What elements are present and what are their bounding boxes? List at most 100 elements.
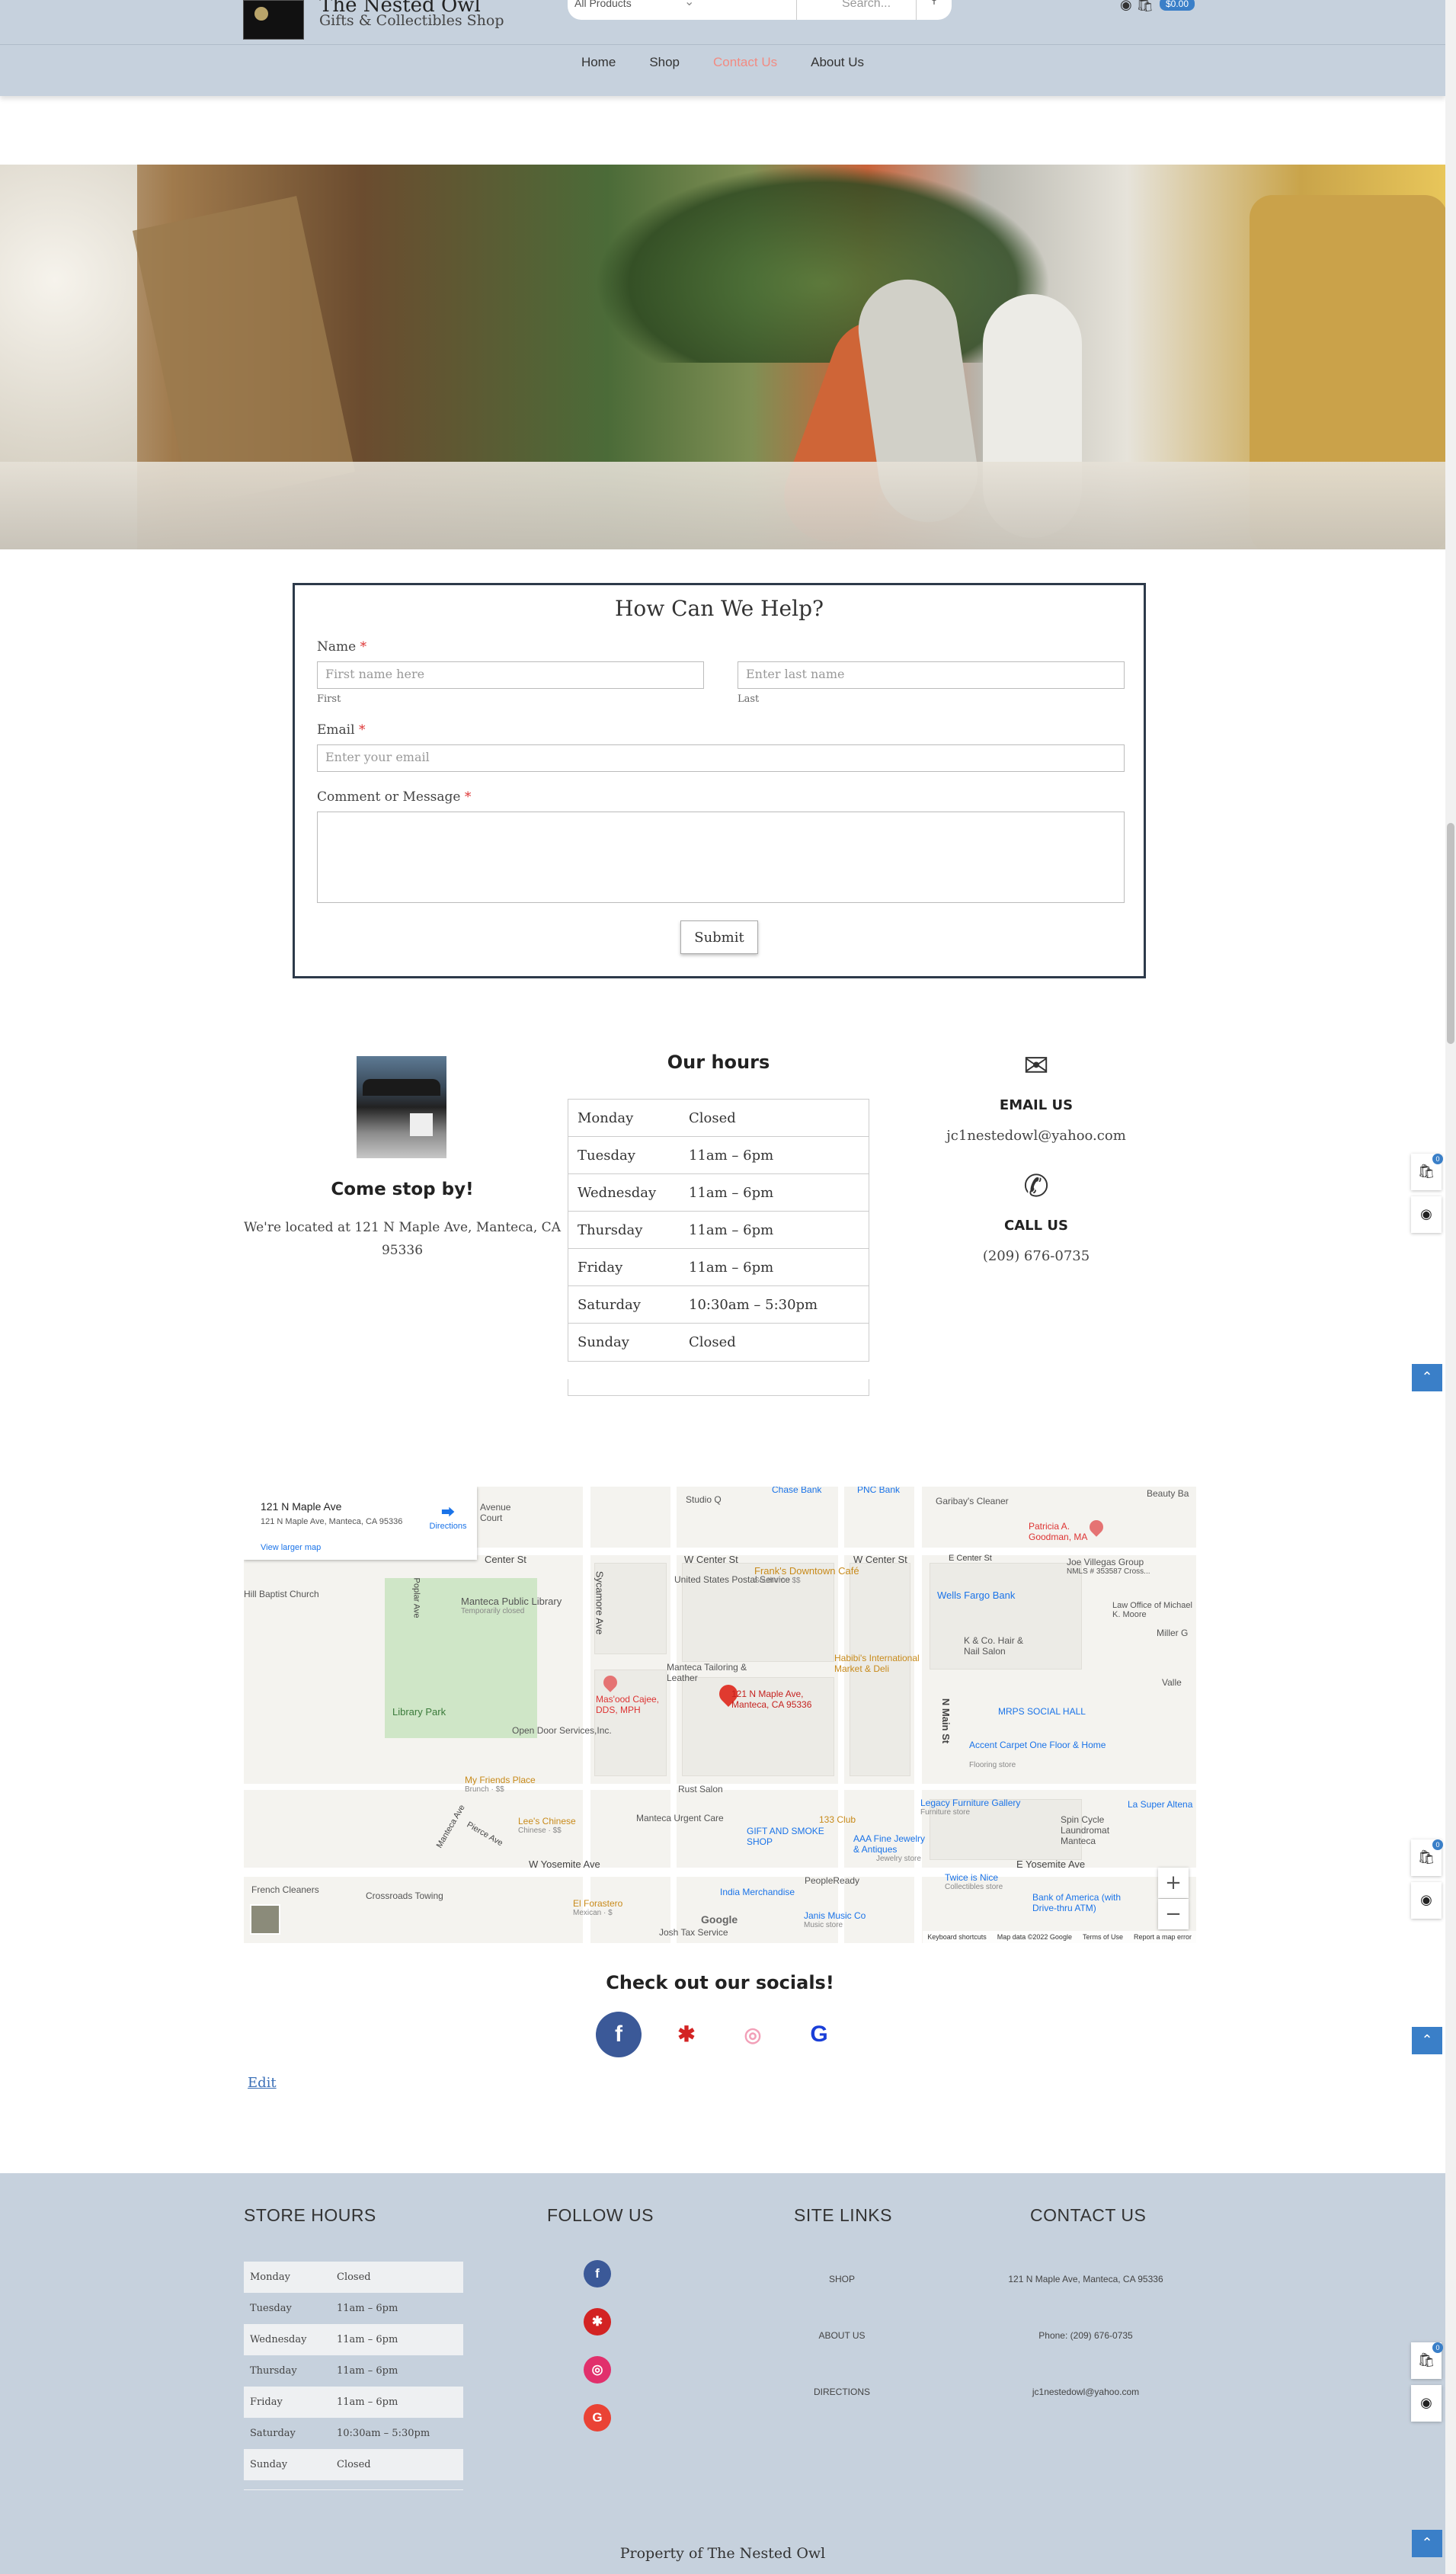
- map-poi[interactable]: India Merchandise: [720, 1887, 795, 1897]
- map-poi[interactable]: 133 Club: [819, 1814, 856, 1825]
- category-select[interactable]: All Products: [574, 0, 632, 9]
- footer-phone[interactable]: Phone: (209) 676-0735: [937, 2330, 1234, 2341]
- map-poi[interactable]: Wells Fargo Bank: [937, 1590, 1015, 1601]
- map-poi-note: Mexican · $: [573, 1909, 613, 1917]
- map-poi[interactable]: Rust Salon: [678, 1784, 723, 1794]
- report-error-link[interactable]: Report a map error: [1134, 1933, 1192, 1941]
- map-poi[interactable]: Patricia A. Goodman, MA: [1029, 1521, 1090, 1542]
- map-poi[interactable]: Frank's Downtown Café: [754, 1565, 859, 1577]
- map-poi[interactable]: GIFT AND SMOKE SHOP: [747, 1826, 830, 1847]
- nav-shop[interactable]: Shop: [632, 55, 696, 70]
- footer-link-directions[interactable]: DIRECTIONS: [762, 2387, 922, 2397]
- map-poi[interactable]: Habibi's International Market & Deli: [834, 1653, 941, 1674]
- scroll-top-button[interactable]: ⌃: [1412, 2027, 1442, 2054]
- email-field[interactable]: Enter your email: [317, 744, 1125, 772]
- map-poi[interactable]: Manteca Urgent Care: [636, 1813, 724, 1823]
- directions-link[interactable]: ⮕ Directions: [427, 1502, 469, 1531]
- map-poi[interactable]: Crossroads Towing: [366, 1890, 443, 1901]
- instagram-icon[interactable]: ◎: [730, 2012, 776, 2057]
- map-poi[interactable]: PNC Bank: [857, 1487, 900, 1495]
- view-larger-map-link[interactable]: View larger map: [261, 1543, 321, 1552]
- street-label: W Yosemite Ave: [529, 1858, 600, 1870]
- call-title: CALL US: [1004, 1218, 1068, 1234]
- map-poi[interactable]: My Friends Place: [465, 1775, 536, 1785]
- nav-contact-us[interactable]: Contact Us: [696, 55, 794, 70]
- map-poi[interactable]: MRPS SOCIAL HALL: [998, 1706, 1086, 1717]
- map-poi[interactable]: La Super Altena: [1128, 1799, 1192, 1810]
- map-poi[interactable]: Mas'ood Cajee, DDS, MPH: [596, 1694, 680, 1715]
- directions-icon: ⮕: [441, 1505, 455, 1520]
- nav-about-us[interactable]: About Us: [794, 55, 881, 70]
- map-poi[interactable]: Hill Baptist Church: [244, 1589, 319, 1599]
- map-poi[interactable]: Manteca Public Library: [461, 1596, 562, 1607]
- map-poi[interactable]: Chase Bank: [772, 1487, 821, 1495]
- map-poi[interactable]: Janis Music Co: [804, 1910, 866, 1921]
- map-poi[interactable]: Studio Q: [686, 1494, 722, 1505]
- owl-logo[interactable]: [243, 0, 304, 40]
- footer-link-about[interactable]: ABOUT US: [762, 2330, 922, 2341]
- floating-account-button[interactable]: ◉: [1411, 1196, 1442, 1233]
- satellite-toggle[interactable]: [250, 1904, 280, 1935]
- scrollbar[interactable]: [1445, 0, 1456, 2574]
- google-icon[interactable]: G: [796, 2012, 842, 2057]
- scrollbar-thumb[interactable]: [1447, 823, 1454, 1044]
- zoom-in-button[interactable]: +: [1158, 1868, 1189, 1898]
- first-name-field[interactable]: First name here: [317, 661, 704, 689]
- map-poi[interactable]: Avenue Court: [480, 1502, 526, 1523]
- map-poi[interactable]: Beauty Ba: [1147, 1488, 1189, 1499]
- map-poi[interactable]: AAA Fine Jewelry & Antiques: [853, 1833, 930, 1855]
- map-poi[interactable]: PeopleReady: [805, 1875, 859, 1886]
- map-poi[interactable]: Lee's Chinese: [518, 1816, 576, 1826]
- map-data-text: Map data ©2022 Google: [997, 1933, 1072, 1941]
- map-poi[interactable]: Law Office of Michael K. Moore: [1112, 1601, 1196, 1619]
- map-poi[interactable]: Library Park: [392, 1706, 446, 1718]
- street-label: Manteca Ave: [434, 1803, 467, 1850]
- edit-link[interactable]: Edit: [248, 2075, 277, 2091]
- map-poi[interactable]: Valle: [1162, 1677, 1182, 1688]
- footer-link-shop[interactable]: SHOP: [762, 2274, 922, 2284]
- map-poi[interactable]: Garibay's Cleaner: [936, 1496, 1009, 1506]
- google-map[interactable]: 121 N Maple Ave 121 N Maple Ave, Manteca…: [244, 1487, 1196, 1943]
- footer-yelp-icon[interactable]: ✱: [584, 2308, 611, 2335]
- phone-link[interactable]: (209) 676-0735: [922, 1248, 1150, 1264]
- map-attribution: Keyboard shortcuts Map data ©2022 Google…: [923, 1931, 1196, 1943]
- facebook-icon[interactable]: f: [596, 2012, 642, 2057]
- floating-account-button[interactable]: ◉: [1411, 1882, 1442, 1919]
- message-textarea[interactable]: [317, 812, 1125, 903]
- zoom-out-button[interactable]: −: [1158, 1899, 1189, 1929]
- map-poi[interactable]: Legacy Furniture Gallery: [920, 1798, 1020, 1808]
- map-poi[interactable]: Twice is Nice: [945, 1872, 998, 1883]
- map-poi[interactable]: Miller G: [1157, 1628, 1188, 1638]
- footer-email[interactable]: jc1nestedowl@yahoo.com: [937, 2387, 1234, 2397]
- yelp-icon[interactable]: ✱: [664, 2012, 709, 2057]
- keyboard-shortcuts-link[interactable]: Keyboard shortcuts: [927, 1933, 987, 1941]
- floating-account-button[interactable]: ◉: [1411, 2385, 1442, 2422]
- cart-total[interactable]: $0.00: [1160, 0, 1195, 11]
- footer-google-icon[interactable]: G: [584, 2404, 611, 2432]
- scroll-top-button[interactable]: ⌃: [1412, 2530, 1442, 2557]
- footer-facebook-icon[interactable]: f: [584, 2260, 611, 2287]
- map-poi[interactable]: Accent Carpet One Floor & Home: [969, 1740, 1106, 1750]
- map-poi[interactable]: Bank of America (with Drive-thru ATM): [1032, 1892, 1124, 1913]
- map-poi[interactable]: Spin Cycle Laundromat Manteca: [1061, 1814, 1144, 1846]
- map-poi[interactable]: French Cleaners: [251, 1884, 319, 1895]
- nav-home[interactable]: Home: [565, 55, 632, 70]
- map-poi[interactable]: K & Co. Hair & Nail Salon: [964, 1635, 1032, 1657]
- poi-pin-icon[interactable]: [1086, 1517, 1106, 1537]
- map-poi[interactable]: Open Door Services,Inc.: [512, 1725, 612, 1736]
- map-poi[interactable]: El Forastero: [573, 1898, 622, 1909]
- map-poi[interactable]: Manteca Tailoring & Leather: [667, 1662, 758, 1683]
- map-poi-note: Chinese · $$: [518, 1826, 562, 1835]
- search-icon[interactable]: ⚲: [916, 0, 952, 20]
- account-icon[interactable]: ◉ 🛍: [1120, 0, 1154, 13]
- cart-count-badge: 0: [1432, 2342, 1443, 2353]
- footer-instagram-icon[interactable]: ◎: [584, 2356, 611, 2384]
- map-poi[interactable]: Joe Villegas Group: [1067, 1557, 1144, 1567]
- submit-button[interactable]: Submit: [680, 920, 758, 954]
- terms-link[interactable]: Terms of Use: [1083, 1933, 1123, 1941]
- map-poi[interactable]: Josh Tax Service: [659, 1927, 728, 1938]
- chevron-down-icon[interactable]: ⌄: [684, 0, 694, 8]
- last-name-field[interactable]: Enter last name: [738, 661, 1125, 689]
- scroll-top-button[interactable]: ⌃: [1412, 1364, 1442, 1391]
- email-link[interactable]: jc1nestedowl@yahoo.com: [922, 1128, 1150, 1144]
